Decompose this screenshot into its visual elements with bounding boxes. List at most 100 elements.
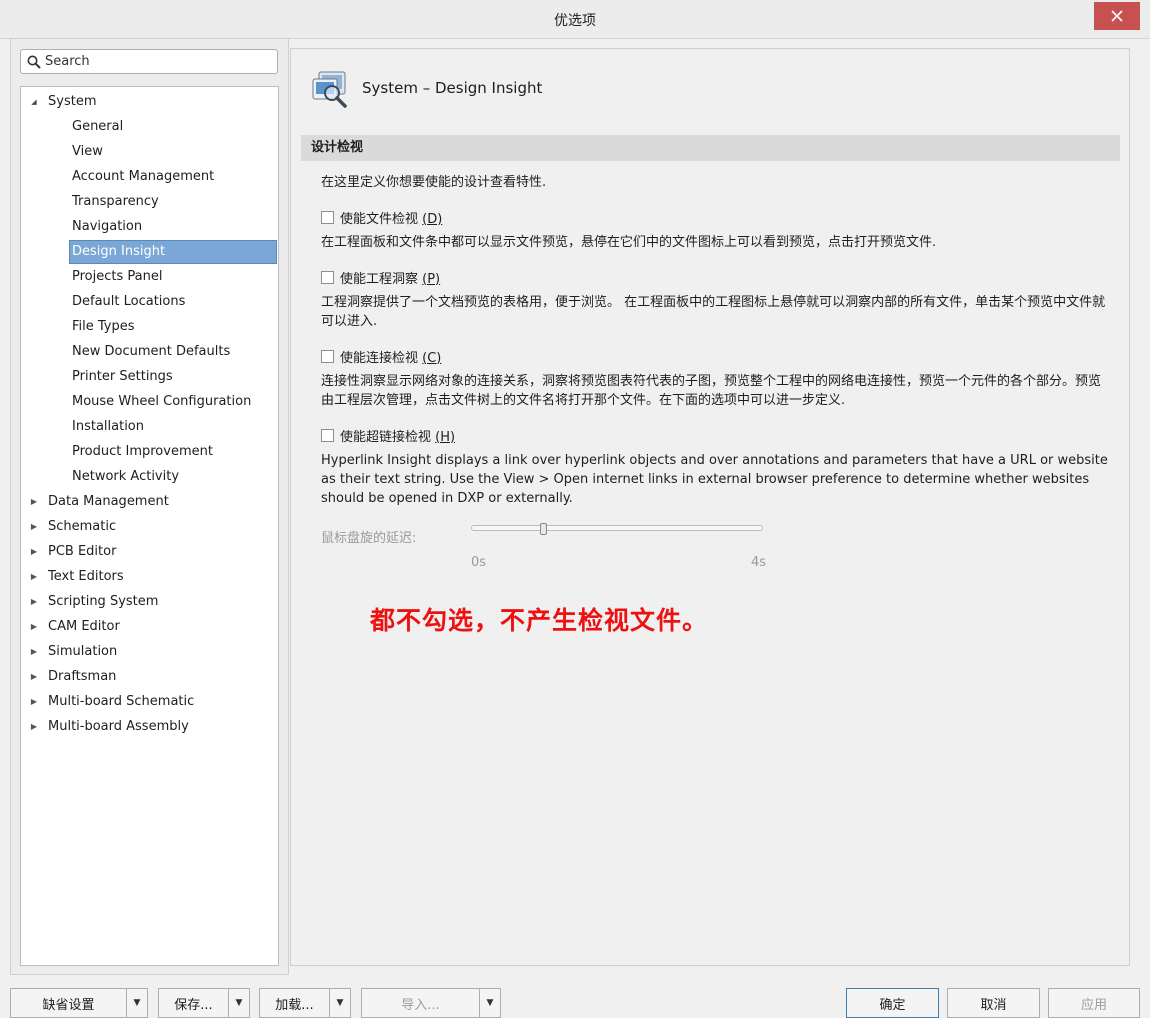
option-label: 使能超链接检视	[340, 429, 436, 445]
tree-item-label: CAM Editor	[48, 619, 120, 634]
collapsed-arrow-icon[interactable]: ▶	[29, 640, 39, 664]
tree-item[interactable]: ▶ Multi-board Assembly	[21, 715, 278, 739]
tree-item[interactable]: ▶ Data Management	[21, 490, 278, 514]
collapsed-arrow-icon[interactable]: ▶	[29, 590, 39, 614]
tree-item[interactable]: Account Management	[21, 165, 278, 189]
hover-delay-slider-track[interactable]	[471, 525, 763, 531]
collapsed-arrow-icon[interactable]: ▶	[29, 540, 39, 564]
collapsed-arrow-icon[interactable]: ▶	[29, 665, 39, 689]
search-input[interactable]	[45, 54, 265, 69]
tree-item[interactable]: ▶ CAM Editor	[21, 615, 278, 639]
tree-item[interactable]: New Document Defaults	[21, 340, 278, 364]
checkbox-box[interactable]	[321, 210, 334, 224]
tree-item[interactable]: View	[21, 140, 278, 164]
collapsed-arrow-icon[interactable]: ▶	[29, 565, 39, 589]
close-button[interactable]	[1094, 2, 1140, 30]
option-file-insight-checkbox[interactable]: 使能文件检视 (D)	[321, 208, 443, 227]
tree-item[interactable]: ▶ Text Editors	[21, 565, 278, 589]
option-description: 在工程面板和文件条中都可以显示文件预览，悬停在它们中的文件图标上可以看到预览，点…	[321, 235, 937, 250]
preferences-tree: ◢ System General View Account Management Tran…	[20, 86, 279, 966]
tree-item[interactable]: Printer Settings	[21, 365, 278, 389]
tree-item[interactable]: ▶ Schematic	[21, 515, 278, 539]
tree-item-label: Data Management	[48, 494, 169, 509]
page-title: System – Design Insight	[362, 79, 543, 97]
collapsed-arrow-icon[interactable]: ▶	[29, 715, 39, 739]
collapsed-arrow-icon[interactable]: ▶	[29, 615, 39, 639]
collapsed-arrow-icon[interactable]: ▶	[29, 490, 39, 514]
chevron-down-icon[interactable]: ▼	[228, 989, 249, 1017]
chevron-down-icon[interactable]: ▼	[329, 989, 350, 1017]
tree-item[interactable]: Projects Panel	[21, 265, 278, 289]
tree-item[interactable]: Mouse Wheel Configuration	[21, 390, 278, 414]
tree-item[interactable]: ▶ Draftsman	[21, 665, 278, 689]
apply-button-label: 应用	[1080, 997, 1107, 1013]
apply-button[interactable]: 应用	[1048, 988, 1140, 1018]
save-button-label: 保存...	[174, 997, 213, 1013]
tree-item-label: General	[72, 119, 124, 134]
tree-item[interactable]: Installation	[21, 415, 278, 439]
slider-max-label: 4s	[751, 555, 767, 570]
search-box[interactable]	[20, 49, 278, 74]
tree-item[interactable]: File Types	[21, 315, 278, 339]
tree-item[interactable]: ▶ Simulation	[21, 640, 278, 664]
tree-item-label: Mouse Wheel Configuration	[72, 394, 252, 409]
tree-item[interactable]: ◢ System	[21, 90, 278, 114]
tree-item-label: Installation	[72, 419, 145, 434]
checkbox-box[interactable]	[321, 349, 334, 363]
section-title: 设计检视	[311, 140, 364, 155]
tree-item-label: Default Locations	[72, 294, 186, 309]
option-project-insight-checkbox[interactable]: 使能工程洞察 (P)	[321, 268, 441, 287]
ok-button[interactable]: 确定	[846, 988, 939, 1018]
tree-item[interactable]: Product Improvement	[21, 440, 278, 464]
import-button[interactable]: 导入... ▼	[361, 988, 501, 1018]
option-accelerator: (P)	[422, 271, 441, 287]
window-title: 优选项	[554, 13, 596, 29]
tree-item-label: New Document Defaults	[72, 344, 231, 359]
defaults-button[interactable]: 缺省设置 ▼	[10, 988, 148, 1018]
tree-item-label: Navigation	[72, 219, 143, 234]
option-hyperlink-insight-checkbox[interactable]: 使能超链接检视 (H)	[321, 426, 456, 445]
import-button-label: 导入...	[401, 997, 440, 1013]
annotation-text: 都不勾选，不产生检视文件。	[370, 606, 709, 635]
tree-item-label: File Types	[72, 319, 135, 334]
tree-item[interactable]: General	[21, 115, 278, 139]
hover-delay-slider-thumb[interactable]	[540, 523, 547, 535]
checkbox-box[interactable]	[321, 270, 334, 284]
tree-item-label: View	[72, 144, 103, 159]
load-button[interactable]: 加载... ▼	[259, 988, 351, 1018]
tree-item-label: Schematic	[48, 519, 117, 534]
slider-min-label: 0s	[471, 555, 487, 570]
tree-item[interactable]: Design Insight	[21, 240, 278, 264]
tree-item[interactable]: Navigation	[21, 215, 278, 239]
tree-item[interactable]: Default Locations	[21, 290, 278, 314]
tree-item[interactable]: ▶ Multi-board Schematic	[21, 690, 278, 714]
defaults-button-label: 缺省设置	[42, 997, 95, 1013]
chevron-down-icon[interactable]: ▼	[479, 989, 500, 1017]
chevron-down-icon[interactable]: ▼	[126, 989, 147, 1017]
tree-item[interactable]: Network Activity	[21, 465, 278, 489]
option-accelerator: (D)	[422, 211, 443, 227]
tree-item[interactable]: ▶ Scripting System	[21, 590, 278, 614]
tree-item-label: Scripting System	[48, 594, 159, 609]
collapsed-arrow-icon[interactable]: ▶	[29, 690, 39, 714]
tree-item[interactable]: Transparency	[21, 190, 278, 214]
option-connectivity-insight-checkbox[interactable]: 使能连接检视 (C)	[321, 347, 441, 366]
close-icon	[1111, 10, 1123, 22]
tree-item-label: Design Insight	[72, 244, 166, 259]
hover-delay-label: 鼠标盘旋的延迟:	[321, 531, 417, 546]
section-header: 设计检视	[301, 135, 1120, 161]
cancel-button[interactable]: 取消	[947, 988, 1040, 1018]
option-description: Hyperlink Insight displays a link over h…	[321, 453, 1108, 506]
tree-item-label: Network Activity	[72, 469, 180, 484]
tree-item-label: Draftsman	[48, 669, 117, 684]
title-bar: 优选项	[0, 0, 1150, 39]
option-accelerator: (H)	[435, 429, 456, 445]
checkbox-box[interactable]	[321, 428, 334, 442]
search-icon	[23, 55, 45, 69]
save-button[interactable]: 保存... ▼	[158, 988, 250, 1018]
tree-item-label: PCB Editor	[48, 544, 117, 559]
expanded-arrow-icon[interactable]: ◢	[29, 90, 39, 114]
collapsed-arrow-icon[interactable]: ▶	[29, 515, 39, 539]
tree-item-label: Printer Settings	[72, 369, 173, 384]
tree-item[interactable]: ▶ PCB Editor	[21, 540, 278, 564]
